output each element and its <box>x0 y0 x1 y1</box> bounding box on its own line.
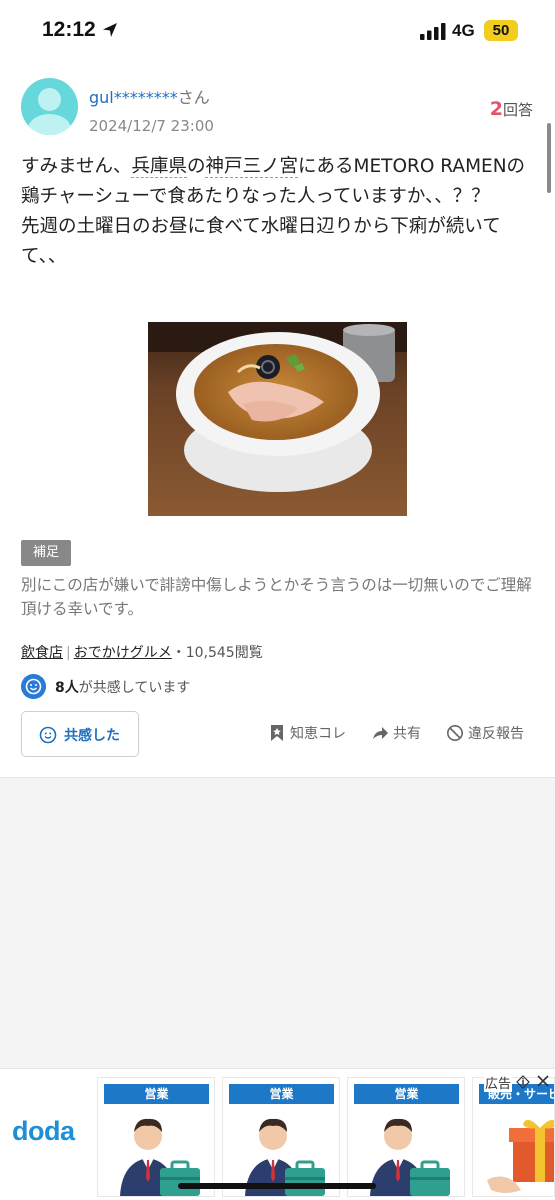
bookmark-button[interactable]: 知恵コレ <box>268 722 353 744</box>
category-separator: | <box>66 645 71 661</box>
smile-icon <box>21 674 46 699</box>
ad-logo[interactable]: doda <box>12 1116 75 1147</box>
ad-label: 広告 <box>484 1073 513 1092</box>
user-id[interactable]: gul******** <box>89 88 178 107</box>
ad-card-header: 営業 <box>229 1084 334 1104</box>
avatar-body <box>28 114 71 135</box>
signal-icon <box>420 23 446 40</box>
view-count: ・10,545閲覧 <box>171 645 263 661</box>
ramen-photo[interactable] <box>148 322 407 516</box>
share-icon <box>373 727 388 739</box>
ad-card-header: 営業 <box>104 1084 209 1104</box>
share-button[interactable]: 共有 <box>371 722 431 744</box>
question-text-part: すみません、 <box>21 156 132 177</box>
category-meta: 飲食店 | おでかけグルメ・10,545閲覧 <box>21 642 263 662</box>
answer-count[interactable]: 2回答 <box>490 98 533 120</box>
ad-info-icon[interactable] <box>516 1075 530 1089</box>
empathy-count: 8人 <box>55 680 79 696</box>
smile-icon <box>39 726 57 744</box>
ad-card-header: 営業 <box>354 1084 459 1104</box>
avatar-head <box>38 88 61 111</box>
share-label: 共有 <box>393 726 421 742</box>
location-arrow-icon <box>103 23 117 37</box>
status-bar: 12:12 4G 50 <box>0 0 555 62</box>
supplement-badge: 補足 <box>21 540 71 566</box>
ad-card[interactable]: 営業 <box>97 1077 215 1197</box>
question-text-part: の <box>186 156 206 177</box>
status-time: 12:12 <box>42 18 96 41</box>
supplement-text: 別にこの店が嫌いで誹謗中傷しようとかそう言うのは一切無いのでご理解頂ける幸いです… <box>21 576 532 618</box>
question-body: すみません、兵庫県の神戸三ノ宮にあるMETORO RAMENの鶏チャーシューで食… <box>21 152 539 272</box>
report-label: 違反報告 <box>468 726 524 742</box>
user-suffix: さん <box>177 88 210 107</box>
answer-label: 回答 <box>502 101 533 119</box>
close-icon[interactable] <box>535 1073 551 1089</box>
ad-card[interactable]: 営業 <box>222 1077 340 1197</box>
answer-number: 2 <box>489 98 503 120</box>
home-indicator[interactable] <box>178 1183 376 1189</box>
bookmark-label: 知恵コレ <box>290 726 346 742</box>
ad-banner[interactable]: doda 広告 営業 営業 営業 販売・サービ <box>0 1068 555 1200</box>
gift-box-illustration-icon <box>487 1119 554 1193</box>
empathy-button-label: 共感した <box>64 728 120 744</box>
question-text-part: 先週の土曜日のお昼に食べて水曜日辺りから下痢が続いてて、、 <box>21 216 501 267</box>
prohibit-icon <box>447 725 463 741</box>
avatar[interactable] <box>21 78 78 135</box>
post-date: 2024/12/7 23:00 <box>89 117 214 135</box>
category-link-gourmet[interactable]: おでかけグルメ <box>74 645 172 661</box>
empathy-label: が共感しています <box>78 680 191 696</box>
keyword-link-hyogo[interactable]: 兵庫県 <box>131 156 187 178</box>
keyword-link-sannomiya[interactable]: 神戸三ノ宮 <box>205 156 298 178</box>
report-button[interactable]: 違反報告 <box>446 722 536 744</box>
category-link-restaurant[interactable]: 飲食店 <box>21 645 63 661</box>
scrollbar-thumb[interactable] <box>547 123 551 193</box>
empathy-button[interactable]: 共感した <box>21 711 139 757</box>
network-label: 4G <box>452 21 475 40</box>
battery-indicator: 50 <box>484 20 518 41</box>
user-name[interactable]: gul********さん <box>89 84 210 108</box>
ad-card[interactable]: 営業 <box>347 1077 465 1197</box>
bookmark-icon <box>271 725 283 741</box>
question-card: gul********さん 2024/12/7 23:00 2回答 すみません、… <box>0 62 555 778</box>
ad-card[interactable]: 販売・サービ <box>472 1077 555 1197</box>
empathy-text: 8人が共感しています <box>55 677 190 697</box>
